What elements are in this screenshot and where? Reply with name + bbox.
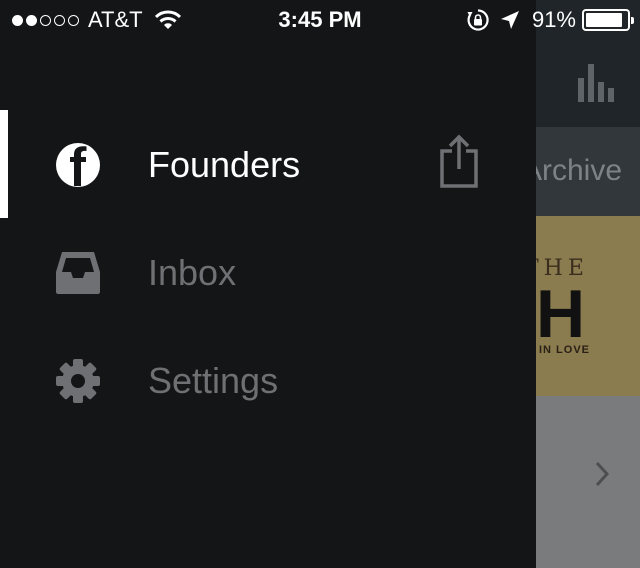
background-tab-archive[interactable]: Archive (536, 127, 640, 216)
battery-percent: 91% (531, 7, 576, 32)
navigation-drawer: Founders Inbox Settings (0, 40, 536, 568)
inbox-tray-icon (56, 252, 100, 294)
founders-logo-icon (56, 143, 100, 187)
artwork-subtitle: IN LOVE (539, 344, 591, 356)
gear-icon (56, 359, 100, 403)
rotation-lock-icon (467, 9, 489, 31)
background-list-row[interactable] (536, 396, 640, 568)
archive-tab-label: Archive (536, 154, 623, 187)
battery-icon (582, 9, 634, 31)
drawer-item-settings[interactable]: Settings (0, 326, 536, 434)
drawer-item-inbox[interactable]: Inbox (0, 218, 536, 326)
artwork-title-big: H (536, 276, 586, 352)
location-arrow-icon (500, 11, 519, 29)
drawer-item-label: Inbox (148, 252, 237, 293)
battery-tip (631, 17, 634, 24)
active-indicator (0, 110, 8, 218)
background-page: Archive THE H IN LOVE (536, 0, 640, 568)
drawer-item-label: Settings (148, 360, 279, 401)
share-icon[interactable] (438, 134, 480, 188)
background-artwork[interactable]: THE H IN LOVE (536, 216, 640, 396)
status-bar: AT&T 3:45 PM 91% (0, 0, 640, 40)
stats-bar-chart-icon[interactable] (576, 64, 620, 102)
status-indicators: 91% (466, 7, 634, 33)
chevron-right-icon (595, 461, 610, 487)
battery-level-fill (586, 13, 622, 27)
drawer-item-label: Founders (148, 144, 301, 185)
